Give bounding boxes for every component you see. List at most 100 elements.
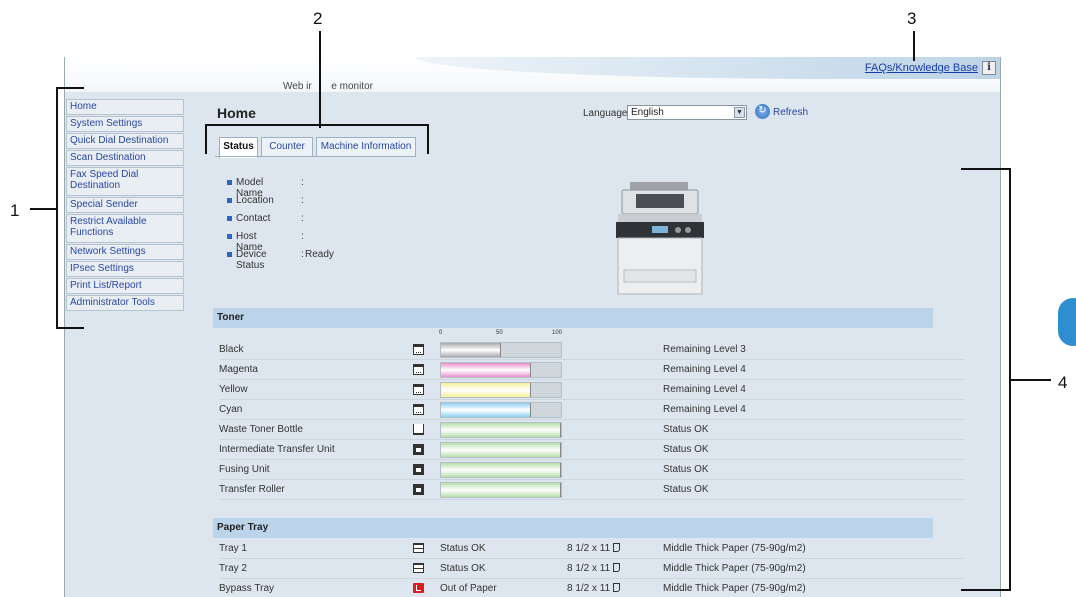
- toner-row: Magenta Remaining Level 4: [219, 360, 965, 380]
- callout-4-bracket: [1009, 168, 1011, 591]
- tab-counter[interactable]: Counter: [261, 137, 313, 157]
- sidebar-item-scan-destination[interactable]: Scan Destination: [66, 150, 184, 166]
- toner-level-fill: [441, 463, 561, 477]
- info-colon: :: [301, 195, 304, 206]
- info-icon[interactable]: i: [982, 61, 996, 75]
- callout-3-line: [913, 31, 915, 61]
- tab-machine-information[interactable]: Machine Information: [316, 137, 416, 157]
- toner-level-fill: [441, 423, 561, 437]
- toner-row: Waste Toner Bottle Status OK: [219, 420, 965, 440]
- language-selected-value: English: [631, 107, 664, 118]
- callout-2-bracket-left: [205, 124, 207, 154]
- toner-icon: [413, 384, 424, 395]
- toner-status: Status OK: [663, 484, 709, 495]
- toner-scale: 0 50 100: [439, 330, 569, 338]
- sidebar-item-administrator-tools[interactable]: Administrator Tools: [66, 295, 184, 311]
- tray-name: Tray 2: [219, 563, 247, 574]
- bullet-icon: [227, 198, 232, 203]
- unit-icon: [413, 464, 424, 475]
- sidebar-item-fax-speed-dial-destination[interactable]: Fax Speed Dial Destination: [66, 167, 184, 196]
- bullet-icon: [227, 252, 232, 257]
- toner-level-fill: [441, 483, 561, 497]
- toner-level-fill: [441, 383, 531, 397]
- sidebar-item-special-sender[interactable]: Special Sender: [66, 197, 184, 213]
- tab-status[interactable]: Status: [219, 137, 258, 158]
- unit-icon: [413, 484, 424, 495]
- sidebar-item-network-settings[interactable]: Network Settings: [66, 244, 184, 260]
- unit-icon: [413, 444, 424, 455]
- tray-status: Out of Paper: [440, 583, 497, 594]
- tray-icon: [413, 543, 424, 553]
- toner-level-fill: [441, 443, 561, 457]
- toner-name: Fusing Unit: [219, 464, 270, 475]
- toner-level-bar: [440, 442, 562, 458]
- language-select[interactable]: English ▼: [627, 105, 747, 120]
- waste-bottle-icon: [413, 424, 424, 435]
- tray-paper-size: 8 1/2 x 11: [567, 563, 621, 574]
- toner-level-bar: [440, 422, 562, 438]
- toner-status: Remaining Level 4: [663, 404, 746, 415]
- callout-2-bracket-right: [427, 124, 429, 154]
- paper-tray-row: Tray 1 Status OK 8 1/2 x 11 Middle Thick Pa…: [219, 539, 965, 559]
- refresh-icon[interactable]: ↻: [755, 104, 770, 119]
- callout-1-bracket-top: [56, 87, 84, 89]
- chevron-down-icon[interactable]: ▼: [734, 107, 745, 118]
- info-label: Location: [236, 195, 274, 206]
- sidebar-item-print-list-report[interactable]: Print List/Report: [66, 278, 184, 294]
- toner-status: Status OK: [663, 464, 709, 475]
- info-colon: :: [301, 177, 304, 188]
- toner-status: Remaining Level 4: [663, 364, 746, 375]
- tray-paper-size-text: 8 1/2 x 11: [567, 543, 611, 554]
- sidebar-item-quick-dial-destination[interactable]: Quick Dial Destination: [66, 133, 184, 149]
- toner-icon: [413, 364, 424, 375]
- sidebar-item-system-settings[interactable]: System Settings: [66, 116, 184, 132]
- callout-1: 1: [10, 201, 20, 220]
- banner-title-left: Web ir: [283, 81, 312, 92]
- paper-orientation-icon: [613, 583, 621, 592]
- main-panel: Home Language English ▼ ↻ Refresh Status…: [199, 92, 987, 597]
- tray-name: Bypass Tray: [219, 583, 275, 594]
- tab-underline: [215, 156, 415, 157]
- sidebar-item-restrict-available-functions[interactable]: Restrict Available Functions: [66, 214, 184, 243]
- page-title: Home: [217, 105, 256, 121]
- out-of-paper-icon: [413, 583, 424, 593]
- toner-level-fill: [441, 403, 531, 417]
- faq-knowledge-base-link[interactable]: FAQs/Knowledge Base: [865, 62, 978, 74]
- toner-icon: [413, 344, 424, 355]
- callout-3: 3: [907, 9, 917, 28]
- paper-orientation-icon: [613, 563, 621, 572]
- paper-orientation-icon: [613, 543, 621, 552]
- info-value: Ready: [305, 249, 334, 260]
- toner-level-bar: [440, 342, 562, 358]
- callout-2-line: [319, 31, 321, 128]
- tray-paper-size-text: 8 1/2 x 11: [567, 583, 611, 594]
- toner-level-bar: [440, 462, 562, 478]
- language-label: Language: [583, 108, 628, 119]
- info-colon: :: [301, 231, 304, 242]
- paper-tray-section-header: Paper Tray: [213, 518, 933, 538]
- info-colon: :: [301, 213, 304, 224]
- toner-level-fill: [441, 363, 531, 377]
- toner-row: Cyan Remaining Level 4: [219, 400, 965, 420]
- tray-paper-size-text: 8 1/2 x 11: [567, 563, 611, 574]
- callout-4: 4: [1058, 373, 1068, 392]
- sidebar-menu: Home System Settings Quick Dial Destinat…: [66, 99, 184, 312]
- callout-4-bracket-bottom: [961, 589, 1011, 591]
- printer-image: [616, 182, 704, 295]
- callout-2: 2: [313, 9, 323, 28]
- scale-label: 50: [496, 330, 503, 336]
- toner-name: Cyan: [219, 404, 243, 415]
- refresh-link[interactable]: Refresh: [773, 107, 808, 118]
- bullet-icon: [227, 216, 232, 221]
- toner-name: Yellow: [219, 384, 248, 395]
- sidebar-item-home[interactable]: Home: [66, 99, 184, 115]
- toner-row: Transfer Roller Status OK: [219, 480, 965, 500]
- callout-1-line: [30, 208, 56, 210]
- toner-name: Transfer Roller: [219, 484, 285, 495]
- toner-level-bar: [440, 402, 562, 418]
- tray-icon: [413, 563, 424, 573]
- toner-row: Fusing Unit Status OK: [219, 460, 965, 480]
- toner-name: Intermediate Transfer Unit: [219, 444, 335, 455]
- sidebar-item-ipsec-settings[interactable]: IPsec Settings: [66, 261, 184, 277]
- page-tab-marker: [1058, 298, 1076, 346]
